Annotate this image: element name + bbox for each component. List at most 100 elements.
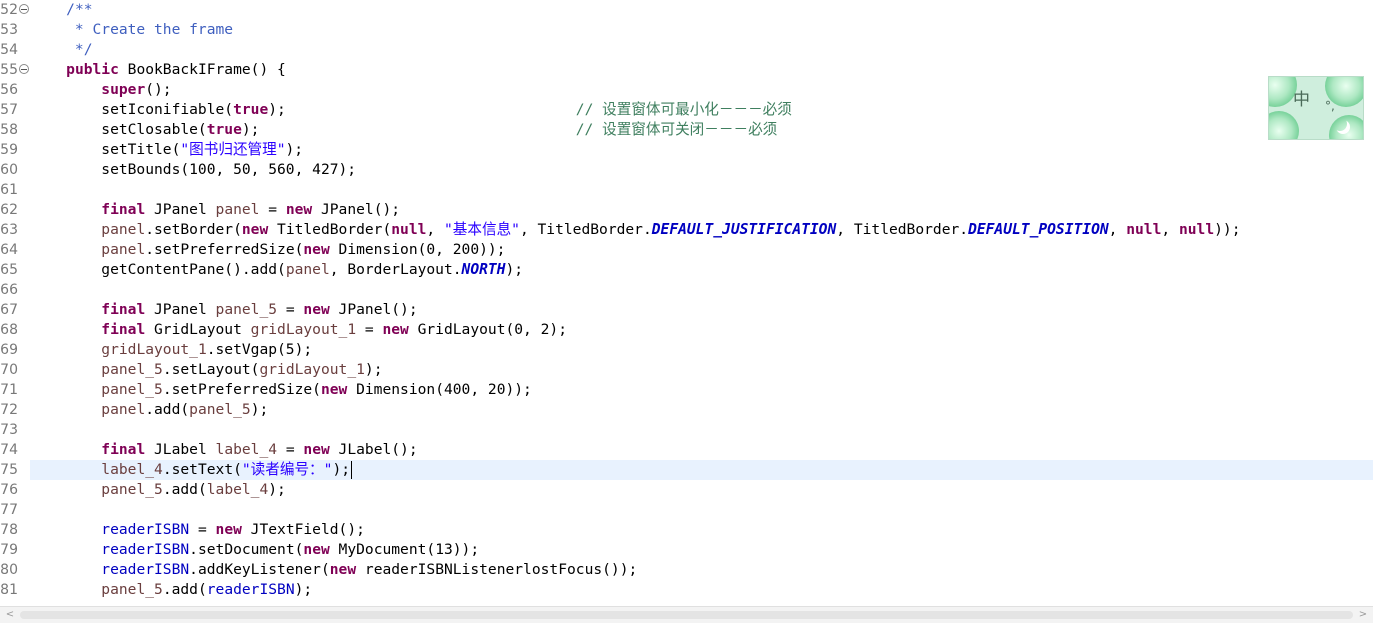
fold-collapse-icon[interactable] [19, 64, 29, 74]
code-text[interactable]: panel.add(panel_5); [31, 400, 268, 420]
code-line[interactable]: 67 final JPanel panel_5 = new JPanel(); [0, 300, 1373, 320]
code-token: null [1178, 221, 1215, 238]
code-text[interactable]: final JLabel label_4 = new JLabel(); [31, 440, 417, 460]
code-line[interactable]: 59 setTitle("图书归还管理"); [0, 140, 1373, 160]
horizontal-scrollbar[interactable]: < > [0, 606, 1373, 623]
code-token: /** [66, 1, 93, 18]
text-caret [351, 461, 353, 479]
code-line[interactable]: 71 panel_5.setPreferredSize(new Dimensio… [0, 380, 1373, 400]
code-text[interactable]: panel_5.setPreferredSize(new Dimension(4… [31, 380, 532, 400]
code-text[interactable]: setClosable(true); // 设置窗体可关闭－－－必须 [31, 120, 777, 140]
code-line[interactable]: 68 final GridLayout gridLayout_1 = new G… [0, 320, 1373, 340]
code-text[interactable]: setIconifiable(true); // 设置窗体可最小化－－－必须 [31, 100, 792, 120]
code-text[interactable]: gridLayout_1.setVgap(5); [31, 340, 312, 360]
code-text[interactable]: */ [31, 40, 93, 60]
code-line[interactable]: 81 panel_5.add(readerISBN); [0, 580, 1373, 600]
code-token: DEFAULT_JUSTIFICATION [651, 221, 837, 238]
code-text[interactable]: label_4.setText("读者编号："); [31, 460, 353, 480]
code-text[interactable]: getContentPane().add(panel, BorderLayout… [31, 260, 523, 280]
code-token: ); [268, 101, 576, 118]
code-token: .setPreferredSize( [162, 381, 321, 398]
code-line[interactable]: 69 gridLayout_1.setVgap(5); [0, 340, 1373, 360]
scrollbar-thumb[interactable] [20, 611, 1353, 619]
code-text[interactable]: final GridLayout gridLayout_1 = new Grid… [31, 320, 567, 340]
code-line[interactable]: 66 [0, 280, 1373, 300]
code-line[interactable]: 70 panel_5.setLayout(gridLayout_1); [0, 360, 1373, 380]
code-line[interactable]: 76 panel_5.add(label_4); [0, 480, 1373, 500]
code-line[interactable]: 55 public BookBackIFrame() { [0, 60, 1373, 80]
code-text[interactable]: readerISBN = new JTextField(); [31, 520, 365, 540]
code-text[interactable]: setBounds(100, 50, 560, 427); [31, 160, 356, 180]
code-token: // 设置窗体可关闭－－－必须 [575, 121, 778, 138]
code-line[interactable]: 74 final JLabel label_4 = new JLabel(); [0, 440, 1373, 460]
code-token: , [1161, 221, 1179, 238]
code-line[interactable]: 58 setClosable(true); // 设置窗体可关闭－－－必须 [0, 120, 1373, 140]
code-token: readerISBN [101, 521, 190, 538]
code-text[interactable]: final JPanel panel_5 = new JPanel(); [31, 300, 417, 320]
scroll-left-icon[interactable]: < [2, 608, 18, 622]
code-text[interactable]: panel_5.add(label_4); [31, 480, 286, 500]
code-token: public [66, 61, 119, 78]
code-text[interactable]: readerISBN.setDocument(new MyDocument(13… [31, 540, 479, 560]
code-line[interactable]: 61 [0, 180, 1373, 200]
code-token: panel_5 [189, 401, 251, 418]
line-number: 73 [0, 422, 18, 438]
code-token: new [303, 441, 330, 458]
code-token: panel_5 [215, 301, 278, 318]
code-text[interactable]: readerISBN.addKeyListener(new readerISBN… [31, 560, 637, 580]
code-line[interactable]: 54 */ [0, 40, 1373, 60]
code-line[interactable]: 78 readerISBN = new JTextField(); [0, 520, 1373, 540]
code-text[interactable]: /** [31, 0, 93, 20]
code-token: new [215, 521, 242, 538]
code-token: setBounds(100, 50, 560, 427); [31, 161, 357, 178]
code-text[interactable]: public BookBackIFrame() { [31, 60, 286, 80]
code-text[interactable]: panel.setBorder(new TitledBorder(null, "… [31, 220, 1240, 240]
code-line[interactable]: 73 [0, 420, 1373, 440]
code-line[interactable]: 56 super(); [0, 80, 1373, 100]
line-number: 68 [0, 322, 18, 338]
code-token: new [303, 301, 330, 318]
line-number: 52 [0, 2, 18, 18]
code-line[interactable]: 77 [0, 500, 1373, 520]
code-token: , BorderLayout. [329, 261, 462, 278]
code-token: JLabel [145, 441, 216, 458]
code-text[interactable]: panel_5.setLayout(gridLayout_1); [31, 360, 382, 380]
code-text[interactable]: * Create the frame [31, 20, 233, 40]
code-line[interactable]: 64 panel.setPreferredSize(new Dimension(… [0, 240, 1373, 260]
code-line[interactable]: 53 * Create the frame [0, 20, 1373, 40]
code-text[interactable]: super(); [31, 80, 171, 100]
code-line[interactable]: 72 panel.add(panel_5); [0, 400, 1373, 420]
code-token: )); [1214, 221, 1241, 238]
code-editor[interactable]: 52 /** 53 * Create the frame 54 */55 publi… [0, 0, 1373, 606]
code-text[interactable]: setTitle("图书归还管理"); [31, 140, 303, 160]
code-line[interactable]: 57 setIconifiable(true); // 设置窗体可最小化－－－必… [0, 100, 1373, 120]
fold-collapse-icon[interactable] [19, 4, 29, 14]
code-token: .addKeyListener( [189, 561, 330, 578]
code-line[interactable]: 65 getContentPane().add(panel, BorderLay… [0, 260, 1373, 280]
code-line[interactable]: 79 readerISBN.setDocument(new MyDocument… [0, 540, 1373, 560]
code-line[interactable]: 60 setBounds(100, 50, 560, 427); [0, 160, 1373, 180]
code-line[interactable]: 52 /** [0, 0, 1373, 20]
code-text[interactable]: final JPanel panel = new JPanel(); [31, 200, 400, 220]
code-line[interactable]: 62 final JPanel panel = new JPanel(); [0, 200, 1373, 220]
code-token: NORTH [461, 261, 506, 278]
code-line[interactable]: 63 panel.setBorder(new TitledBorder(null… [0, 220, 1373, 240]
line-number: 59 [0, 142, 18, 158]
code-token: ); [505, 261, 524, 278]
code-token: gridLayout_1 [259, 361, 365, 378]
ime-status-widget[interactable]: 中 °, [1268, 76, 1364, 140]
line-number: 78 [0, 522, 18, 538]
code-line[interactable]: 80 readerISBN.addKeyListener(new readerI… [0, 560, 1373, 580]
code-token: .add( [145, 401, 190, 418]
code-token: ); [285, 141, 304, 158]
code-line-current[interactable]: 75 label_4.setText("读者编号："); [0, 460, 1373, 480]
scroll-right-icon[interactable]: > [1355, 608, 1371, 622]
code-text[interactable]: panel_5.add(readerISBN); [31, 580, 312, 600]
moon-icon [1333, 117, 1347, 131]
code-text[interactable]: panel.setPreferredSize(new Dimension(0, … [31, 240, 505, 260]
code-token: gridLayout_1 [101, 341, 207, 358]
code-token: final [101, 321, 146, 338]
